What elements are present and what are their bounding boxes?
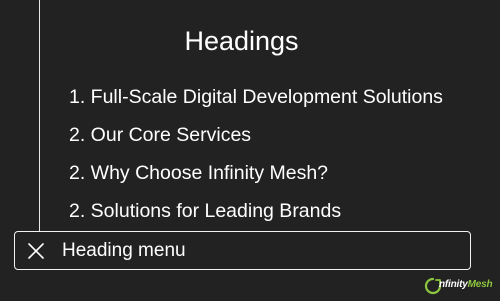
heading-menu-bar: Heading menu — [14, 231, 471, 270]
brand-logo-text-a: nfinity — [439, 279, 468, 290]
heading-item[interactable]: 2. Why Choose Infinity Mesh? — [69, 157, 443, 195]
close-icon[interactable] — [25, 240, 47, 262]
brand-logo: nfinityMesh — [424, 276, 496, 298]
brand-logo-text-b: Mesh — [467, 279, 493, 290]
screen: Headings 1. Full-Scale Digital Developme… — [0, 0, 500, 301]
heading-item[interactable]: 2. Our Core Services — [69, 119, 443, 157]
brand-logo-text: nfinityMesh — [439, 279, 493, 290]
heading-item[interactable]: 2. Solutions for Leading Brands — [69, 195, 443, 233]
headings-list: 1. Full-Scale Digital Development Soluti… — [69, 81, 443, 233]
heading-menu-label: Heading menu — [62, 240, 186, 261]
page-title: Headings — [184, 26, 299, 56]
heading-item[interactable]: 1. Full-Scale Digital Development Soluti… — [69, 81, 443, 119]
